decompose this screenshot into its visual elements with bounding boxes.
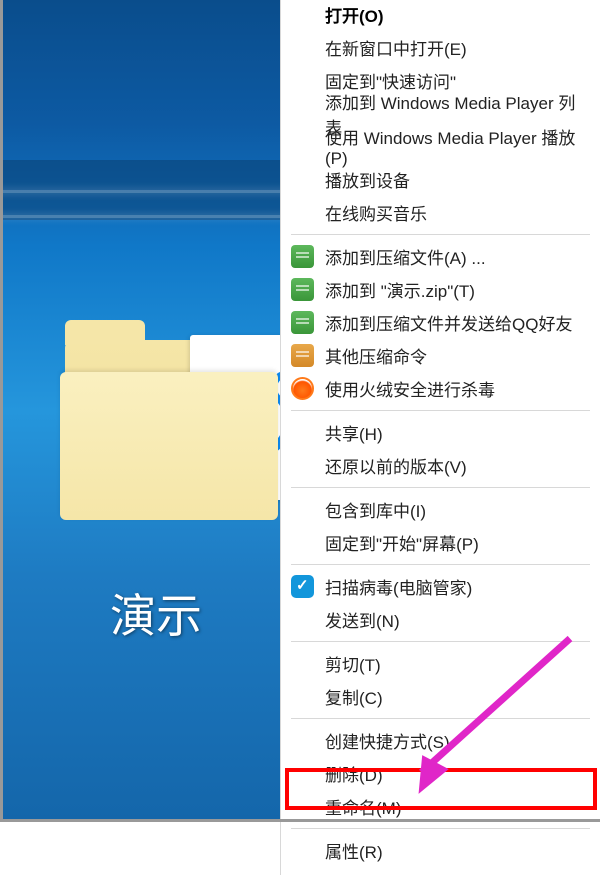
menu-cast-device[interactable]: 播放到设备 [281,163,600,196]
archive-icon [291,278,314,301]
menu-share[interactable]: 共享(H) [281,416,600,449]
fire-icon [291,377,314,400]
folder-label[interactable]: 演示 [110,580,202,646]
menu-archive-send-qq[interactable]: 添加到压缩文件并发送给QQ好友 [281,306,600,339]
menu-other-archive[interactable]: 其他压缩命令 [281,339,600,372]
menu-separator [291,487,590,488]
menu-pin-start[interactable]: 固定到"开始"屏幕(P) [281,526,600,559]
archive-icon [291,311,314,334]
folder-desktop-icon[interactable] [60,300,285,525]
archive-icon [291,344,314,367]
menu-separator [291,234,590,235]
menu-include-library[interactable]: 包含到库中(I) [281,493,600,526]
menu-separator [291,564,590,565]
menu-play-wmp[interactable]: 使用 Windows Media Player 播放(P) [281,130,600,163]
folder-front [60,372,278,520]
menu-separator [291,641,590,642]
menu-delete[interactable]: 删除(D) [281,757,600,790]
context-menu: 打开(O) 在新窗口中打开(E) 固定到"快速访问" 添加到 Windows M… [280,0,600,875]
menu-separator [291,410,590,411]
menu-open-new-window[interactable]: 在新窗口中打开(E) [281,31,600,64]
menu-restore-previous[interactable]: 还原以前的版本(V) [281,449,600,482]
wallpaper-streak [0,215,300,218]
menu-send-to[interactable]: 发送到(N) [281,603,600,636]
menu-cut[interactable]: 剪切(T) [281,647,600,680]
menu-separator [291,718,590,719]
desktop-background: 演示 [0,0,280,822]
window-border [0,0,3,822]
menu-copy[interactable]: 复制(C) [281,680,600,713]
menu-add-to-archive[interactable]: 添加到压缩文件(A) ... [281,240,600,273]
shield-icon [291,575,314,598]
menu-open[interactable]: 打开(O) [281,0,600,31]
archive-icon [291,245,314,268]
menu-separator [291,828,590,829]
menu-buy-music-online[interactable]: 在线购买音乐 [281,196,600,229]
menu-properties[interactable]: 属性(R) [281,834,600,867]
menu-huorong-scan[interactable]: 使用火绒安全进行杀毒 [281,372,600,405]
menu-scan-virus-guanjia[interactable]: 扫描病毒(电脑管家) [281,570,600,603]
menu-add-to-zip[interactable]: 添加到 "演示.zip"(T) [281,273,600,306]
menu-create-shortcut[interactable]: 创建快捷方式(S) [281,724,600,757]
wallpaper-streak [0,190,300,193]
